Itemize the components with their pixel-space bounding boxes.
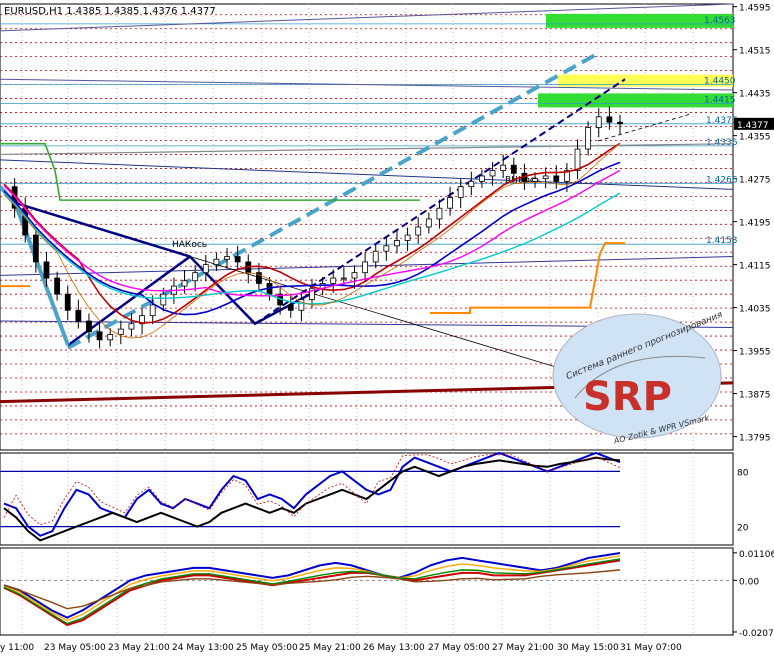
y-tick-label: 1.4035 (739, 305, 771, 315)
candle-body (436, 207, 443, 220)
candle-body (43, 261, 50, 279)
momentum-panel-frame (0, 547, 734, 636)
candle-body (287, 304, 294, 311)
candle-body (500, 164, 507, 171)
level-label: 1.4450 (704, 77, 736, 87)
mom-tick-label: 0.01106 (739, 550, 774, 560)
candle-body (457, 186, 464, 198)
candle-body (479, 175, 485, 182)
x-tick-label: 30 May 15:00 (557, 643, 619, 653)
candle-body (86, 320, 92, 333)
candle-body (553, 175, 560, 182)
candle-body (585, 127, 592, 150)
candle-body (64, 293, 71, 311)
annotation-nakos: НАКось (172, 240, 207, 250)
candle-body (192, 272, 199, 282)
candle-body (213, 258, 220, 266)
logo-main-text: SRP (583, 374, 672, 420)
current-price-label: 1.4377 (737, 121, 769, 131)
level-label: 1.4563 (704, 16, 736, 26)
level-label: 1.4336 (706, 138, 738, 148)
candle-body (532, 178, 538, 182)
candle-body (574, 148, 581, 171)
candle-body (224, 256, 230, 260)
candle-body (617, 121, 623, 125)
candle-body (117, 328, 124, 335)
y-tick-label: 1.4435 (739, 90, 771, 100)
osc-tick-label: 20 (737, 524, 749, 534)
candle-body (351, 272, 358, 279)
x-tick-label: 31 May 07:00 (620, 643, 682, 653)
candle-body (510, 164, 517, 174)
candle-body (362, 261, 369, 274)
candle-body (394, 240, 400, 247)
candle-body (149, 304, 156, 317)
mom-tick-label: -0.02078 (739, 629, 774, 639)
osc-tick-label: 80 (737, 468, 749, 478)
candle-body (404, 234, 411, 241)
candle-body (107, 334, 114, 341)
candle-body (468, 180, 475, 188)
candle-body (202, 264, 209, 274)
x-tick-label: 27 May 21:00 (492, 643, 554, 653)
candle-body (415, 226, 422, 236)
candle-body (32, 234, 39, 263)
candle-body (181, 280, 188, 287)
x-tick-label: 23 May 05:00 (44, 643, 106, 653)
chart-window: 1.4595 1.4515 1.4435 1.4355 1.4275 1.4195 1.41… (0, 0, 774, 654)
candle-body (425, 218, 432, 228)
candle-body (96, 331, 103, 341)
candle-body (372, 250, 379, 263)
level-label: 1.4377 (706, 116, 738, 126)
y-tick-label: 1.4275 (739, 176, 771, 186)
y-tick-label: 1.4115 (739, 262, 771, 272)
y-tick-label: 1.3875 (739, 391, 771, 401)
mom-tick-label: 0.00 (739, 577, 759, 587)
level-label: 1.4415 (704, 95, 736, 105)
candle-body (447, 197, 453, 209)
x-tick-label: 25 May 05:00 (236, 643, 298, 653)
y-tick-label: 1.4355 (739, 133, 771, 143)
y-tick-label: 1.4515 (739, 47, 771, 57)
level-label: 1.4266 (706, 175, 738, 185)
candle-body (234, 256, 241, 263)
symbol-header: EURUSD,H1 1.4385 1.4385 1.4376 1.4377 (4, 6, 216, 17)
y-tick-label: 1.3795 (739, 434, 771, 444)
candle-body (330, 277, 337, 284)
x-tick-label: 25 May 21:00 (299, 643, 361, 653)
candle-body (383, 245, 390, 252)
y-tick-label: 1.4195 (739, 219, 771, 229)
candle-body (75, 309, 82, 322)
candle-body (595, 116, 602, 128)
candle-body (54, 277, 61, 295)
candle-body (340, 277, 347, 280)
x-tick-label: 23 May 21:00 (108, 643, 170, 653)
y-tick-label: 1.4595 (739, 4, 771, 14)
y-tick-label: 1.3955 (739, 348, 771, 358)
candle-body (606, 116, 613, 123)
x-tick-label: 24 May 13:00 (172, 643, 234, 653)
chart-canvas[interactable]: 1.45951.45151.44351.43551.42751.41951.41… (0, 0, 774, 654)
level-label: 1.4153 (706, 236, 738, 246)
candle-body (160, 293, 167, 306)
candle-body (542, 175, 549, 180)
x-tick-label: y 11:00 (0, 643, 34, 653)
candle-body (489, 170, 496, 177)
candle-body (128, 323, 135, 330)
x-tick-label: 27 May 05:00 (428, 643, 490, 653)
x-tick-label: 26 May 13:00 (363, 643, 425, 653)
